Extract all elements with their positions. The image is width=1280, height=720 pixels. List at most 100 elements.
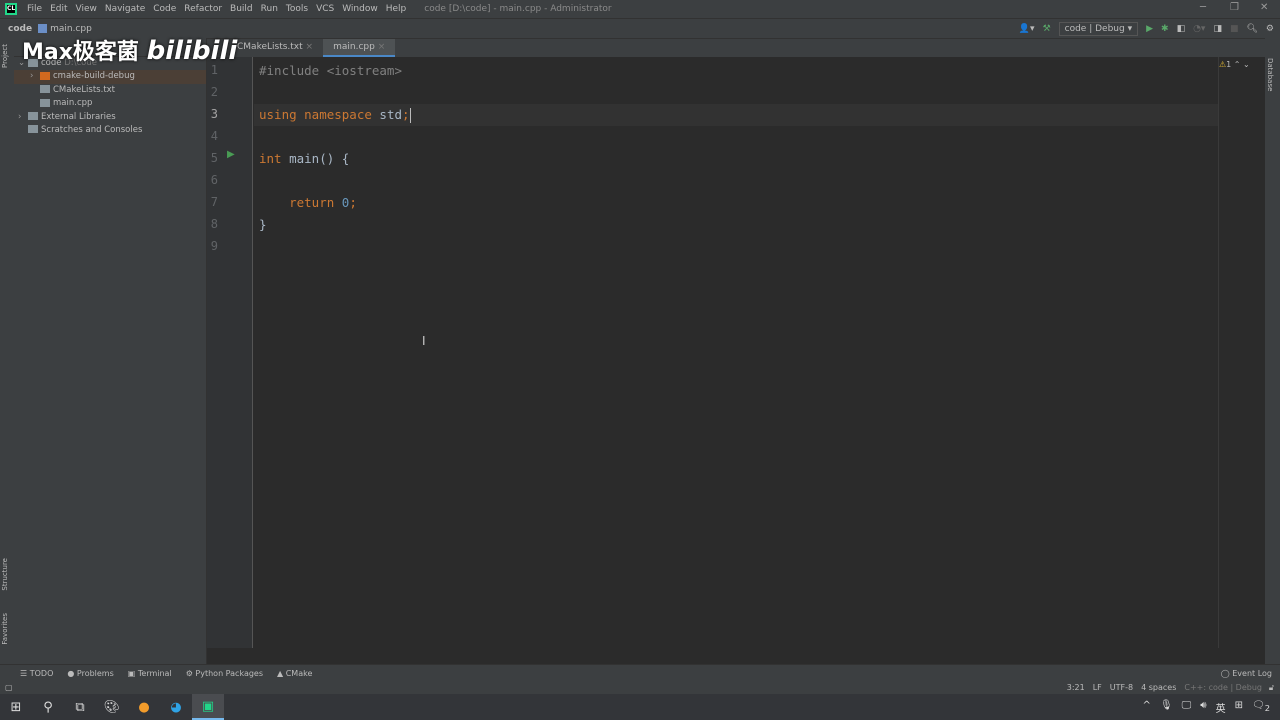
network-icon[interactable]: 🖵 [1182,700,1192,715]
run-gutter-icon[interactable]: ▶ [227,149,235,160]
run-icon[interactable]: ▶ [1146,24,1153,34]
tray-chevron-icon[interactable]: ^ [1143,700,1151,715]
volume-icon[interactable]: 🔊︎ [1200,700,1206,715]
tree-item[interactable]: main.cpp [14,97,206,110]
menu-navigate[interactable]: Navigate [101,4,149,14]
tree-item-label: cmake-build-debug [53,71,135,82]
tab-close-icon[interactable]: × [306,42,314,52]
indent-setting[interactable]: 4 spaces [1141,683,1176,692]
tree-item[interactable]: Scratches and Consoles [14,124,206,137]
settings-gear-icon[interactable]: ⚙ [1266,24,1274,34]
tree-item-label: main.cpp [53,98,93,109]
tool-terminal[interactable]: ▣ Terminal [128,669,172,678]
start-windows-icon[interactable]: ⊞ [0,694,32,720]
breadcrumb-project[interactable]: code [8,24,32,34]
breadcrumb-file[interactable]: main.cpp [50,24,92,34]
keyboard-icon[interactable]: ⊞ [1235,700,1243,715]
favorites-tool-button[interactable]: Favorites [1,613,9,645]
line-number: 9 [210,239,218,253]
menu-edit[interactable]: Edit [46,4,71,14]
right-tool-strip: Database [1265,38,1280,664]
tab-label: CMakeLists.txt [237,42,303,52]
tool-cmake[interactable]: ▲ CMake [277,669,312,678]
code-line[interactable]: return 0; [259,195,357,210]
menu-refactor[interactable]: Refactor [180,4,226,14]
line-number: 5 [210,151,218,165]
tree-item-label: CMakeLists.txt [53,84,116,95]
task-view-icon[interactable]: ⧉ [64,694,96,720]
minimize-button[interactable]: ─ [1200,2,1206,13]
bilibili-watermark: Max极客菌 bilibili [22,36,238,66]
tab-cmakelists-txt[interactable]: CMakeLists.txt × [227,39,323,57]
edge-browser-icon[interactable]: ◕ [160,694,192,720]
code-line[interactable]: } [259,217,267,232]
resolve-context[interactable]: C++: code | Debug [1184,683,1262,692]
error-stripe: ⚠1 ⌃ ⌄ [1218,57,1265,648]
line-number: 7 [210,195,218,209]
menu-window[interactable]: Window [338,4,382,14]
editor-tabs: CMakeLists.txt × main.cpp × [207,38,1265,57]
tree-item[interactable]: › External Libraries [14,111,206,124]
profile-icon[interactable]: ◔▾ [1193,24,1205,34]
chevron-right-icon[interactable]: › [18,111,28,124]
menu-run[interactable]: Run [257,4,282,14]
toggle-tool-windows-icon[interactable]: ▢ [5,683,13,692]
menu-tools[interactable]: Tools [282,4,312,14]
coverage-icon[interactable]: ◧ [1177,24,1186,34]
clion-taskbar-icon[interactable]: ▣ [192,694,224,720]
cpp-file-icon [38,24,48,33]
file-encoding[interactable]: UTF-8 [1110,683,1133,692]
microphone-icon[interactable]: 🎙︎ [1160,700,1173,715]
ime-indicator[interactable]: 英 [1216,700,1226,715]
code-line[interactable]: using namespace std; [259,107,411,123]
close-button[interactable]: ✕ [1260,2,1268,13]
code-line[interactable]: int main() { [259,151,349,166]
menu-code[interactable]: Code [149,4,180,14]
tree-item[interactable]: CMakeLists.txt [14,84,206,97]
build-hammer-icon[interactable]: ⚒ [1043,24,1051,34]
stop-icon[interactable]: ■ [1230,24,1239,34]
tree-item-label: External Libraries [41,111,116,122]
menu-view[interactable]: View [72,4,101,14]
lock-icon[interactable]: 🔓︎ [1269,683,1274,693]
tool-todo[interactable]: ☰ TODO [20,669,53,678]
scratch-icon [28,125,38,134]
menu-file[interactable]: File [23,4,46,14]
tree-item[interactable]: › cmake-build-debug [14,70,206,84]
tab-close-icon[interactable]: × [378,42,386,52]
editor-gutter: ▶ 123456789 [207,57,253,648]
tab-label: main.cpp [333,42,375,52]
bottom-tool-bar: ☰ TODO ● Problems ▣ Terminal ⚙ Python Packa… [0,664,1280,682]
project-panel: ⌄ code D:\code › cmake-build-debug CMakeList… [14,38,207,664]
app-orange-icon[interactable]: ● [128,694,160,720]
project-tool-button[interactable]: Project [1,44,9,68]
line-separator[interactable]: LF [1093,683,1102,692]
tool-python-packages[interactable]: ⚙ Python Packages [186,669,263,678]
warnings-indicator[interactable]: ⚠1 ⌃ ⌄ [1219,60,1250,69]
folder-orange-icon [40,71,50,80]
horizontal-scrollbar[interactable] [207,648,1265,664]
menu-help[interactable]: Help [382,4,411,14]
structure-tool-button[interactable]: Structure [1,558,9,591]
code-editor[interactable]: #include <iostream> using namespace std; i… [254,57,1218,648]
search-icon[interactable]: ⚲ [32,694,64,720]
caret-position[interactable]: 3:21 [1067,683,1085,692]
database-tool-button[interactable]: Database [1266,58,1274,91]
search-icon[interactable]: 🔍︎ [1246,24,1257,34]
run-config-select[interactable]: code | Debug ▾ [1058,22,1139,36]
menu-vcs[interactable]: VCS [312,4,338,14]
tab-main-cpp[interactable]: main.cpp × [323,39,396,57]
app-paint-icon[interactable]: 🎨︎ [96,694,128,720]
restore-button[interactable]: ❐ [1230,2,1239,13]
notifications-icon[interactable]: 🗨︎2 [1252,700,1270,715]
user-icon[interactable]: 👤▾ [1019,24,1035,34]
attach-icon[interactable]: ◨ [1213,24,1222,34]
library-icon [28,112,38,121]
tool-problems[interactable]: ● Problems [67,669,113,678]
line-number: 4 [210,129,218,143]
debug-icon[interactable]: ✱ [1161,24,1169,34]
code-line[interactable]: #include <iostream> [259,63,402,78]
event-log-button[interactable]: ◯ Event Log [1221,669,1272,678]
chevron-right-icon[interactable]: › [30,70,40,83]
menu-build[interactable]: Build [226,4,257,14]
